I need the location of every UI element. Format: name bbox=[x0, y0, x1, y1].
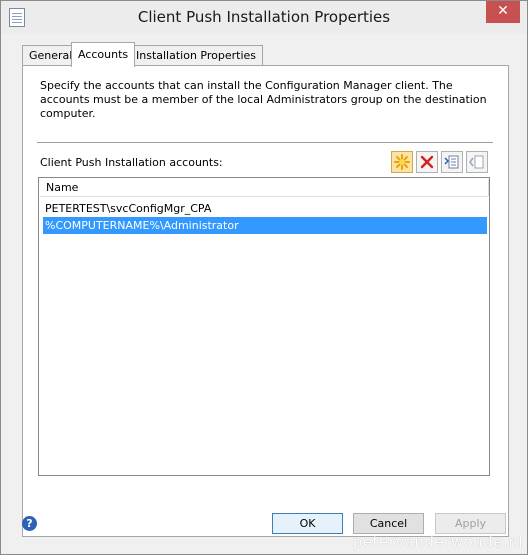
account-properties-button[interactable] bbox=[441, 151, 463, 173]
watermark: petervanderwoude.nl bbox=[352, 533, 523, 551]
title-bar[interactable]: Client Push Installation Properties ✕ bbox=[1, 1, 527, 34]
cancel-button[interactable]: Cancel bbox=[353, 513, 424, 534]
list-header: Name bbox=[40, 179, 489, 197]
column-header-name[interactable]: Name bbox=[40, 179, 489, 196]
tab-accounts[interactable]: Accounts bbox=[71, 42, 136, 67]
properties-icon bbox=[444, 155, 459, 169]
delete-account-button[interactable] bbox=[416, 151, 438, 173]
window-title: Client Push Installation Properties bbox=[137, 8, 391, 26]
accounts-tab-panel: Specify the accounts that can install th… bbox=[22, 65, 509, 537]
new-account-button[interactable] bbox=[391, 151, 413, 173]
help-icon[interactable]: ? bbox=[22, 516, 37, 531]
accounts-list[interactable]: Name PETERTEST\svcConfigMgr_CPA %COMPUTE… bbox=[38, 177, 490, 476]
section-divider bbox=[37, 142, 493, 144]
dialog-body: General Accounts Installation Properties… bbox=[8, 34, 519, 547]
properties-dialog: Client Push Installation Properties ✕ Ge… bbox=[0, 0, 528, 555]
move-account-button[interactable] bbox=[466, 151, 488, 173]
close-button[interactable]: ✕ bbox=[486, 1, 520, 23]
delete-icon bbox=[420, 155, 434, 169]
move-icon bbox=[469, 155, 484, 169]
list-item-account-2[interactable]: %COMPUTERNAME%\Administrator bbox=[43, 217, 487, 234]
accounts-section-label: Client Push Installation accounts: bbox=[40, 156, 223, 169]
tab-installation-properties[interactable]: Installation Properties bbox=[129, 45, 264, 66]
list-item-account-1[interactable]: PETERTEST\svcConfigMgr_CPA bbox=[43, 200, 487, 217]
accounts-description: Specify the accounts that can install th… bbox=[40, 79, 487, 120]
apply-button[interactable]: Apply bbox=[435, 513, 506, 534]
new-account-icon bbox=[394, 154, 410, 170]
ok-button[interactable]: OK bbox=[272, 513, 343, 534]
